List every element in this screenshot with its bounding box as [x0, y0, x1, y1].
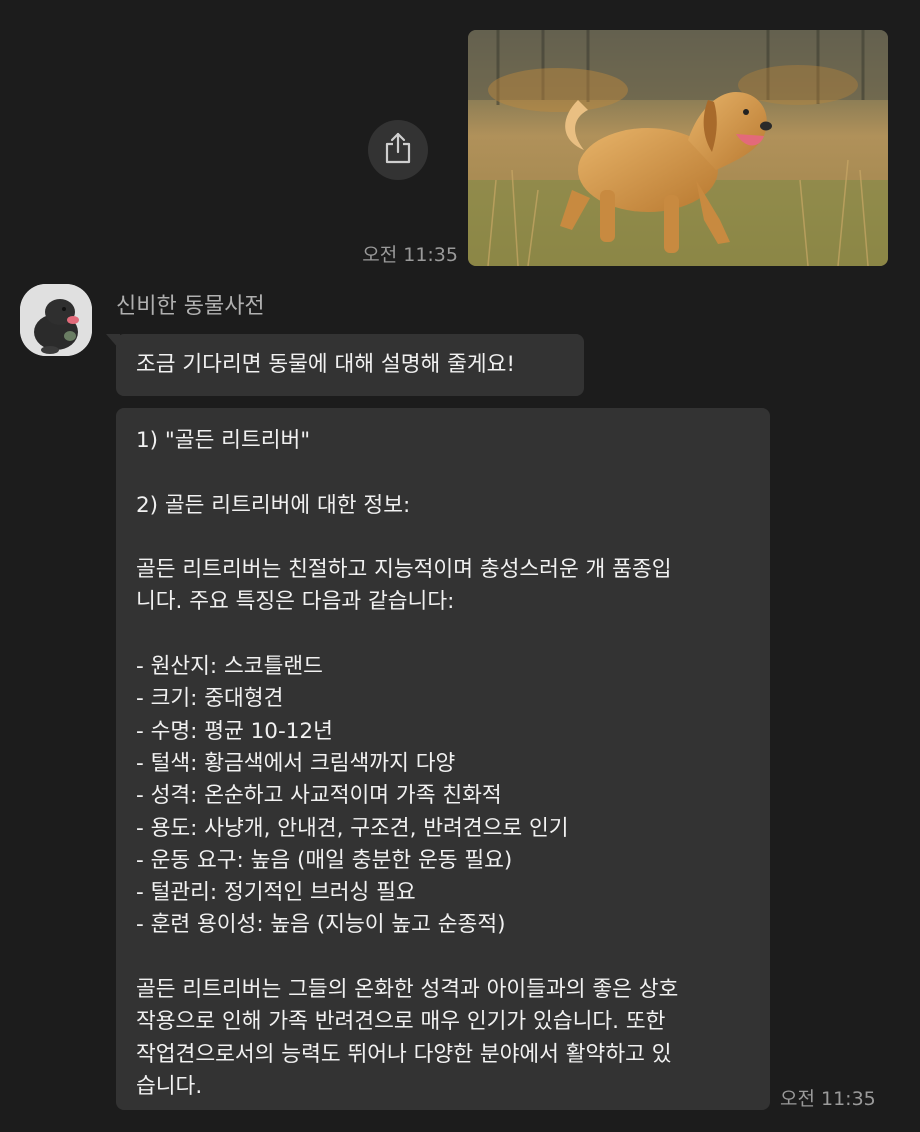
- message-line: 2) 골든 리트리버에 대한 정보:: [136, 492, 411, 518]
- message-bubble-detail[interactable]: 1) "골든 리트리버" 2) 골든 리트리버에 대한 정보: 골든 리트리버는…: [116, 408, 770, 1110]
- message-line: 작업견으로서의 능력도 뛰어나 다양한 분야에서 활약하고 있: [136, 1041, 672, 1067]
- message-line: 습니다.: [136, 1073, 203, 1099]
- message-line: - 수명: 평균 10-12년: [136, 718, 333, 744]
- message-line: - 운동 요구: 높음 (매일 충분한 운동 필요): [136, 847, 513, 873]
- message-bubble-intro[interactable]: 조금 기다리면 동물에 대해 설명해 줄게요!: [106, 334, 584, 396]
- niffler-avatar: [20, 284, 92, 356]
- message-line: - 성격: 온순하고 사교적이며 가족 친화적: [136, 783, 502, 809]
- message-line: - 훈련 용이성: 높음 (지능이 높고 순종적): [136, 912, 506, 938]
- sent-time: 오전 11:35: [362, 244, 458, 266]
- received-time: 오전 11:35: [780, 1088, 876, 1110]
- message-line: - 용도: 사냥개, 안내견, 구조견, 반려견으로 인기: [136, 815, 569, 841]
- share-icon: [383, 132, 413, 168]
- sender-avatar[interactable]: [20, 284, 92, 356]
- sent-photo[interactable]: [468, 30, 888, 266]
- message-line: - 털색: 황금색에서 크림색까지 다양: [136, 750, 456, 776]
- message-line: 니다. 주요 특징은 다음과 같습니다:: [136, 589, 455, 615]
- message-line: 골든 리트리버는 친절하고 지능적이며 충성스러운 개 품종입: [136, 557, 672, 583]
- message-line: 작용으로 인해 가족 반려견으로 매우 인기가 있습니다. 또한: [136, 1009, 666, 1035]
- message-line: [136, 942, 750, 974]
- message-line: - 원산지: 스코틀랜드: [136, 654, 323, 680]
- sender-name: 신비한 동물사전: [116, 294, 265, 319]
- message-line: [136, 522, 750, 554]
- message-line: - 크기: 중대형견: [136, 686, 284, 712]
- message-line: 1) "골든 리트리버": [136, 428, 311, 453]
- message-line: - 털관리: 정기적인 브러싱 필요: [136, 880, 416, 906]
- share-button[interactable]: [368, 120, 428, 180]
- message-line: [136, 619, 750, 651]
- message-line: 골든 리트리버는 그들의 온화한 성격과 아이들과의 좋은 상호: [136, 977, 679, 1003]
- message-line: [136, 457, 750, 489]
- message-text: 조금 기다리면 동물에 대해 설명해 줄게요!: [136, 352, 516, 377]
